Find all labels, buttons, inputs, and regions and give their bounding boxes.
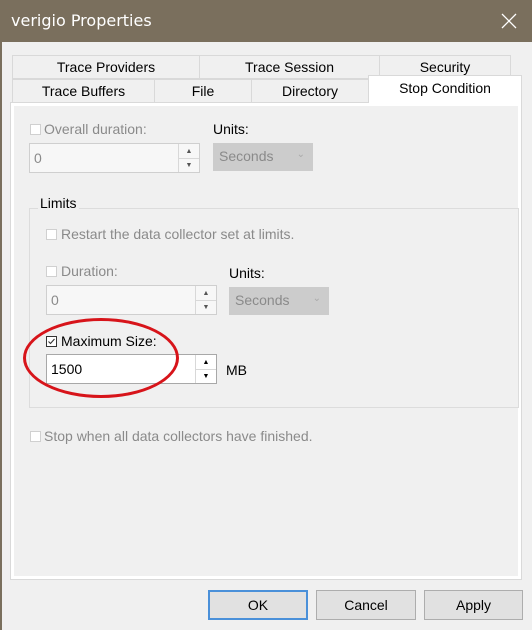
tab-label: Trace Providers <box>56 59 156 75</box>
overall-duration-spinner[interactable]: ▲ ▼ <box>178 144 199 172</box>
duration-units-select[interactable]: Seconds ⌄ <box>229 287 329 315</box>
spin-down-icon[interactable]: ▼ <box>179 158 199 172</box>
restart-checkbox[interactable] <box>46 229 57 240</box>
max-size-checkbox[interactable] <box>46 336 57 347</box>
tab-label: Trace Buffers <box>41 83 126 99</box>
tab-label: Security <box>419 59 471 75</box>
tab-file[interactable]: File <box>154 79 252 103</box>
tab-label: Stop Condition <box>399 80 491 96</box>
overall-units-value: Seconds <box>219 148 274 164</box>
tab-label: Trace Session <box>245 59 334 75</box>
close-button[interactable] <box>486 0 532 42</box>
overall-units-select[interactable]: Seconds ⌄ <box>213 143 313 171</box>
stop-when-finished-checkbox[interactable] <box>30 431 41 442</box>
restart-label: Restart the data collector set at limits… <box>61 226 295 242</box>
tab-label: File <box>191 83 215 99</box>
duration-label: Duration: <box>61 263 118 279</box>
close-icon <box>501 13 517 29</box>
spin-up-icon[interactable]: ▲ <box>179 144 199 159</box>
apply-button[interactable]: Apply <box>424 590 523 620</box>
duration-value: 0 <box>51 292 59 308</box>
tab-trace-buffers[interactable]: Trace Buffers <box>12 79 155 103</box>
cancel-button[interactable]: Cancel <box>316 590 416 620</box>
tab-stop-condition[interactable]: Stop Condition <box>368 75 522 103</box>
duration-spinner[interactable]: ▲ ▼ <box>195 286 216 314</box>
spin-down-icon[interactable]: ▼ <box>196 300 216 314</box>
spin-up-icon[interactable]: ▲ <box>196 286 216 301</box>
max-size-unit: MB <box>226 362 247 378</box>
overall-duration-value: 0 <box>34 150 42 166</box>
chevron-down-icon: ⌄ <box>312 293 321 304</box>
max-size-input[interactable]: 1500 ▲ ▼ <box>46 354 217 384</box>
tab-trace-providers[interactable]: Trace Providers <box>12 55 200 79</box>
duration-input[interactable]: 0 ▲ ▼ <box>46 285 217 315</box>
overall-duration-checkbox[interactable] <box>30 124 41 135</box>
spin-down-icon[interactable]: ▼ <box>196 369 216 383</box>
limits-group-title: Limits <box>38 195 79 211</box>
duration-units-label: Units: <box>229 265 265 281</box>
spin-up-icon[interactable]: ▲ <box>196 355 216 370</box>
duration-checkbox[interactable] <box>46 266 57 277</box>
overall-duration-label: Overall duration: <box>44 121 147 137</box>
tab-label: Directory <box>281 83 338 99</box>
checkmark-icon <box>48 338 55 345</box>
chevron-down-icon: ⌄ <box>296 149 305 160</box>
stop-when-finished-label: Stop when all data collectors have finis… <box>44 428 313 444</box>
overall-duration-input[interactable]: 0 ▲ ▼ <box>29 143 200 173</box>
tab-trace-session[interactable]: Trace Session <box>199 55 380 79</box>
duration-units-value: Seconds <box>235 292 290 308</box>
window-title: verigio Properties <box>11 11 152 30</box>
title-bar: verigio Properties <box>0 0 532 42</box>
max-size-value: 1500 <box>51 361 83 377</box>
ok-button[interactable]: OK <box>208 590 308 620</box>
tab-directory[interactable]: Directory <box>251 79 369 103</box>
max-size-label: Maximum Size: <box>61 333 157 349</box>
max-size-spinner[interactable]: ▲ ▼ <box>195 355 216 383</box>
overall-units-label: Units: <box>213 121 249 137</box>
